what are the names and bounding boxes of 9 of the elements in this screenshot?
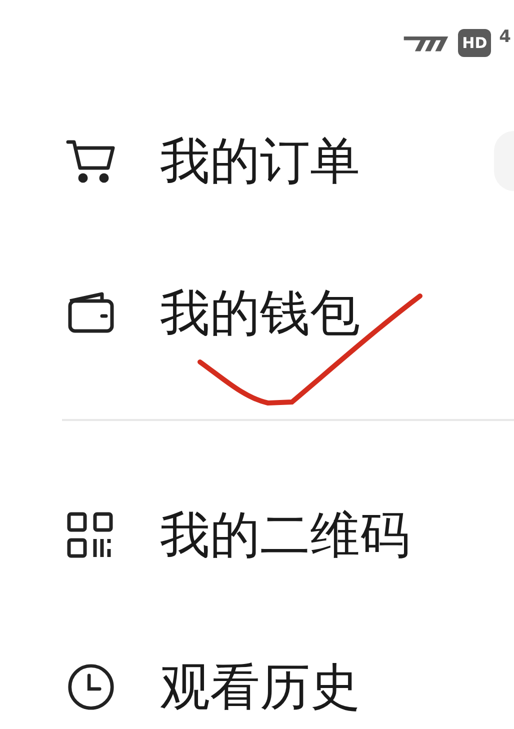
clock-icon xyxy=(66,663,116,711)
menu-item-label[interactable]: 观看历史 xyxy=(160,654,360,720)
menu-item-label[interactable]: 我的二维码 xyxy=(160,502,410,568)
qr-code-icon xyxy=(66,511,116,559)
menu-item-label[interactable]: 我的钱包 xyxy=(160,280,360,346)
signal-icon xyxy=(402,34,450,52)
menu-item-label[interactable]: 我的订单 xyxy=(160,128,360,194)
network-label: 4 xyxy=(499,26,511,46)
hd-badge: HD xyxy=(458,28,492,56)
